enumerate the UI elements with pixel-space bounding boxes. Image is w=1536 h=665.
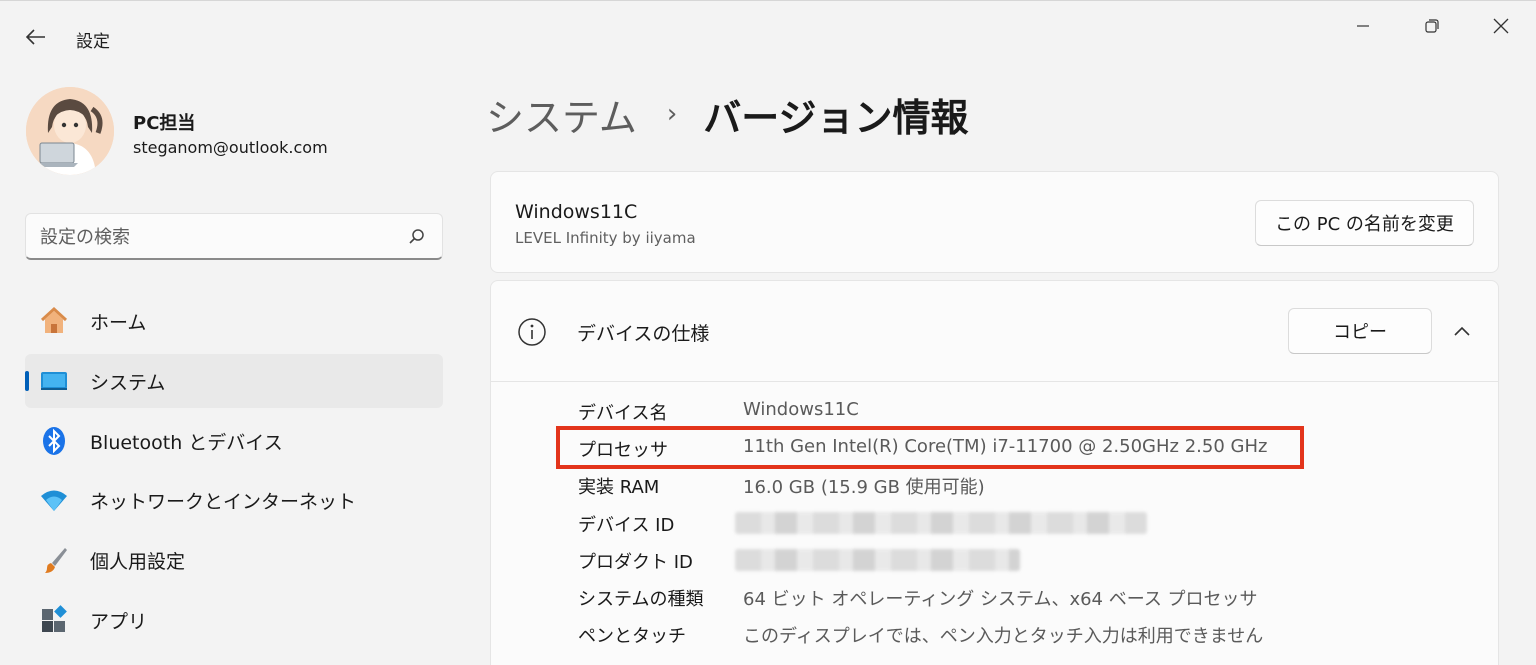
apps-icon <box>39 605 69 635</box>
sidebar-item-label: ホーム <box>90 311 147 334</box>
breadcrumb-separator: › <box>666 99 678 129</box>
close-icon <box>1493 18 1509 34</box>
spec-label: プロダクト ID <box>578 552 693 573</box>
spec-value: 16.0 GB (15.9 GB 使用可能) <box>743 477 985 498</box>
system-display-icon <box>39 366 69 396</box>
settings-window: 設定 PC担当 steganom@outlook.com 設定の検索 ホーム シ… <box>0 0 1536 665</box>
spec-label: システムの種類 <box>578 589 704 610</box>
spec-value: このディスプレイでは、ペン入力とタッチ入力は利用できません <box>743 626 1264 647</box>
user-name: PC担当 <box>133 113 196 134</box>
search-icon[interactable] <box>408 228 426 246</box>
pc-name: Windows11C <box>515 201 638 223</box>
sidebar-item-label: システム <box>90 371 166 394</box>
user-email: steganom@outlook.com <box>133 138 328 157</box>
restore-button[interactable] <box>1409 9 1455 43</box>
redacted-value <box>735 549 1020 571</box>
processor-highlight-box <box>556 426 1304 469</box>
spec-value: Windows11C <box>743 399 859 420</box>
rename-pc-button[interactable]: この PC の名前を変更 <box>1255 200 1474 246</box>
spec-label: デバイス ID <box>578 515 675 536</box>
device-specs-header[interactable]: デバイスの仕様 コピー <box>491 281 1498 382</box>
device-specs-title: デバイスの仕様 <box>577 323 710 345</box>
home-icon <box>39 306 69 336</box>
sidebar-item-label: Bluetooth とデバイス <box>90 431 283 454</box>
page-title: バージョン情報 <box>703 95 969 140</box>
avatar[interactable] <box>26 87 114 175</box>
sidebar-item-network[interactable]: ネットワークとインターネット <box>25 473 443 527</box>
info-icon <box>518 318 546 346</box>
chevron-up-icon[interactable] <box>1449 319 1475 345</box>
copy-button[interactable]: コピー <box>1288 308 1432 354</box>
breadcrumb: システム › バージョン情報 <box>486 87 969 141</box>
pc-name-card: Windows11C LEVEL Infinity by iiyama この P… <box>490 171 1499 273</box>
sidebar-item-personalization[interactable]: 個人用設定 <box>25 533 443 587</box>
minimize-icon <box>1357 25 1369 27</box>
paintbrush-icon <box>39 545 69 575</box>
spec-value: 64 ビット オペレーティング システム、x64 ベース プロセッサ <box>743 589 1258 610</box>
minimize-button[interactable] <box>1340 9 1386 43</box>
title-bar: 設定 <box>0 1 1536 73</box>
spec-label: 実装 RAM <box>578 477 660 498</box>
wifi-icon <box>39 485 69 515</box>
device-specs-card: デバイスの仕様 コピー デバイス名 Windows11C プロセッサ 11th … <box>490 280 1499 665</box>
close-button[interactable] <box>1478 9 1524 43</box>
spec-label: デバイス名 <box>578 403 668 424</box>
sidebar-item-label: 個人用設定 <box>90 550 186 573</box>
back-button[interactable] <box>20 23 52 51</box>
redacted-value <box>735 512 1147 534</box>
sidebar-item-apps[interactable]: アプリ <box>25 593 443 647</box>
bluetooth-icon <box>39 426 69 456</box>
avatar-illustration-icon <box>26 87 114 175</box>
sidebar-item-home[interactable]: ホーム <box>25 294 443 348</box>
window-title: 設定 <box>76 32 110 52</box>
sidebar-item-system[interactable]: システム <box>25 354 443 408</box>
restore-icon <box>1425 19 1439 33</box>
sidebar-item-label: ネットワークとインターネット <box>90 490 357 513</box>
search-input[interactable] <box>40 224 400 250</box>
back-arrow-icon <box>26 29 45 45</box>
search-box[interactable] <box>25 213 443 260</box>
spec-label: ペンとタッチ <box>578 626 686 647</box>
breadcrumb-parent[interactable]: システム <box>486 87 637 142</box>
sidebar-item-bluetooth[interactable]: Bluetooth とデバイス <box>25 414 443 468</box>
active-indicator <box>25 371 29 391</box>
pc-model: LEVEL Infinity by iiyama <box>515 229 696 247</box>
sidebar-item-label: アプリ <box>90 610 148 633</box>
